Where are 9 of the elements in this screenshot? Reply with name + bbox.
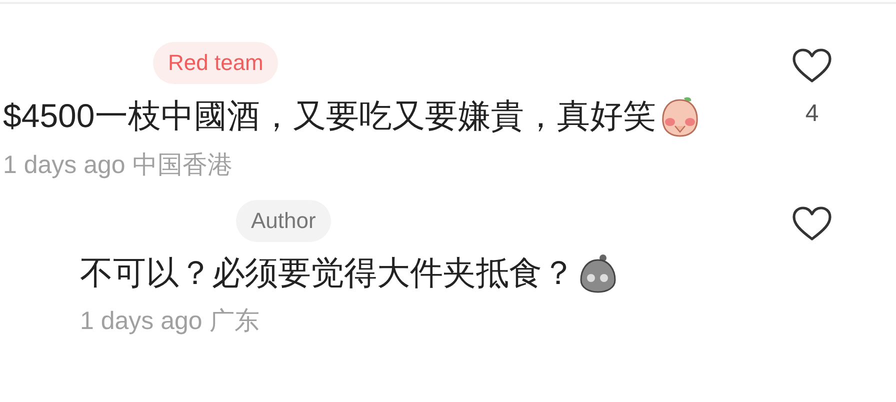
comment-text: 不可以？必须要觉得大件夹抵食？: [80, 253, 575, 293]
like-count: 4: [805, 99, 819, 129]
heart-icon[interactable]: [792, 206, 832, 242]
comment-meta: 1 days ago 广东: [80, 306, 260, 337]
role-badge: Author: [236, 200, 331, 242]
comment-meta: 1 days ago 中国香港: [3, 150, 232, 181]
heart-icon[interactable]: [792, 48, 832, 84]
role-badge: Red team: [153, 42, 278, 84]
comment-text: $4500一枝中國酒，又要吃又要嫌貴，真好笑: [3, 96, 656, 136]
